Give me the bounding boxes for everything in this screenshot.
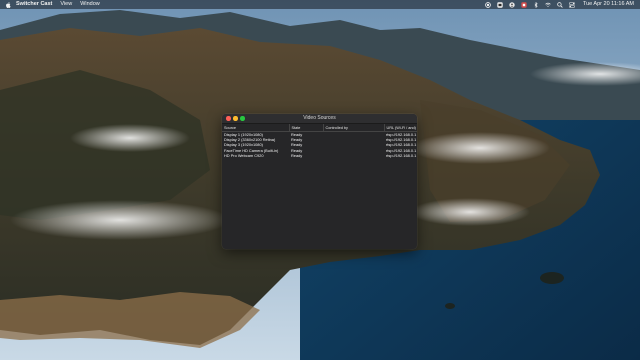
menu-window[interactable]: Window — [80, 0, 100, 9]
app-menu[interactable]: Switcher Cast — [16, 0, 52, 9]
window-titlebar[interactable]: Video Sources — [222, 114, 417, 124]
menu-bar: Switcher Cast View Window Tue Apr 20 11:… — [0, 0, 640, 9]
table-row[interactable]: HD Pro Webcam C920 Ready rtsp://192.168.… — [222, 153, 417, 158]
cast-icon[interactable] — [497, 1, 503, 8]
video-sources-window: Video Sources Source State Controlled by… — [222, 114, 417, 249]
menu-clock[interactable]: Tue Apr 20 11:16 AM — [583, 0, 634, 9]
url-cell: rtsp://192.168.0.1 — [386, 152, 417, 158]
state-cell: Ready — [291, 152, 303, 158]
source-cell: HD Pro Webcam C920 — [224, 152, 264, 158]
control-center-icon[interactable] — [568, 1, 575, 8]
table-header-row: Source State Controlled by URL (Wi-Fi / … — [222, 124, 417, 132]
window-title: Video Sources — [303, 115, 336, 121]
app-icon[interactable] — [521, 1, 527, 8]
status-icons: Tue Apr 20 11:16 AM — [485, 0, 634, 9]
column-header-url[interactable]: URL (Wi-Fi / and) — [383, 124, 417, 132]
menu-view[interactable]: View — [60, 0, 72, 9]
sources-table: Source State Controlled by URL (Wi-Fi / … — [222, 124, 417, 158]
column-header-controlled-by[interactable]: Controlled by — [322, 124, 384, 132]
controlled-by-cell — [323, 153, 384, 158]
user-icon[interactable] — [509, 1, 515, 8]
apple-menu-icon[interactable] — [5, 0, 11, 9]
column-header-source[interactable]: Source — [222, 124, 289, 132]
search-icon[interactable] — [557, 1, 563, 8]
column-header-state[interactable]: State — [288, 124, 323, 132]
bluetooth-icon[interactable] — [533, 1, 539, 8]
record-icon[interactable] — [485, 1, 491, 8]
url-cell: rtsp://192.168.0.1 — [386, 142, 417, 148]
wifi-icon[interactable] — [545, 2, 551, 8]
